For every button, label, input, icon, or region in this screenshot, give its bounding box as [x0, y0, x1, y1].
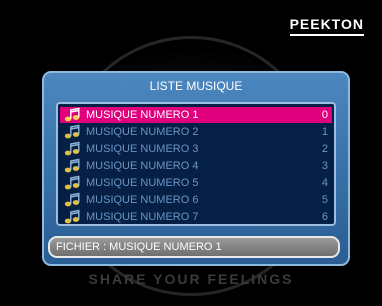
music-note-icon	[62, 175, 82, 191]
list-item[interactable]: MUSIQUE NUMERO 7 6	[60, 209, 332, 224]
music-note-icon	[62, 192, 82, 208]
music-note-icon	[62, 124, 82, 140]
list-item[interactable]: MUSIQUE NUMERO 3 2	[60, 141, 332, 157]
list-item-label: MUSIQUE NUMERO 7	[86, 211, 199, 223]
music-note-icon	[62, 209, 82, 224]
list-item-label: MUSIQUE NUMERO 6	[86, 194, 199, 206]
file-status-bar: FICHIER : MUSIQUE NUMERO 1	[48, 236, 340, 258]
list-item[interactable]: MUSIQUE NUMERO 4 3	[60, 158, 332, 174]
list-item-label: MUSIQUE NUMERO 3	[86, 143, 199, 155]
list-item-label: MUSIQUE NUMERO 1	[86, 109, 199, 121]
file-status-text: FICHIER : MUSIQUE NUMERO 1	[56, 241, 222, 253]
list-item-label: MUSIQUE NUMERO 4	[86, 160, 199, 172]
list-item-number: 0	[321, 109, 328, 121]
list-item-label: MUSIQUE NUMERO 2	[86, 126, 199, 138]
list-item[interactable]: MUSIQUE NUMERO 5 4	[60, 175, 332, 191]
list-item-number: 3	[321, 160, 328, 172]
music-note-icon	[62, 158, 82, 174]
brand-logo: PEEKTON	[289, 16, 364, 36]
list-item-number: 2	[321, 143, 328, 155]
music-list-panel: LISTE MUSIQUE MUSIQUE NUMERO 1 0 MUSIQUE…	[42, 71, 350, 266]
list-item-number: 5	[321, 194, 328, 206]
list-item-number: 4	[321, 177, 328, 189]
music-note-icon	[62, 107, 82, 123]
list-item[interactable]: MUSIQUE NUMERO 2 1	[60, 124, 332, 140]
tagline: SHARE YOUR FEELINGS	[88, 271, 294, 287]
music-list: MUSIQUE NUMERO 1 0 MUSIQUE NUMERO 2 1 MU…	[56, 102, 336, 226]
list-item-number: 6	[321, 211, 328, 223]
brand-logo-text: PEEKTON	[289, 16, 364, 32]
music-note-icon	[62, 141, 82, 157]
list-item-label: MUSIQUE NUMERO 5	[86, 177, 199, 189]
list-item[interactable]: MUSIQUE NUMERO 1 0	[60, 107, 332, 123]
list-item-number: 1	[321, 126, 328, 138]
list-item[interactable]: MUSIQUE NUMERO 6 5	[60, 192, 332, 208]
logo-underline	[289, 34, 364, 36]
panel-title: LISTE MUSIQUE	[149, 79, 243, 93]
